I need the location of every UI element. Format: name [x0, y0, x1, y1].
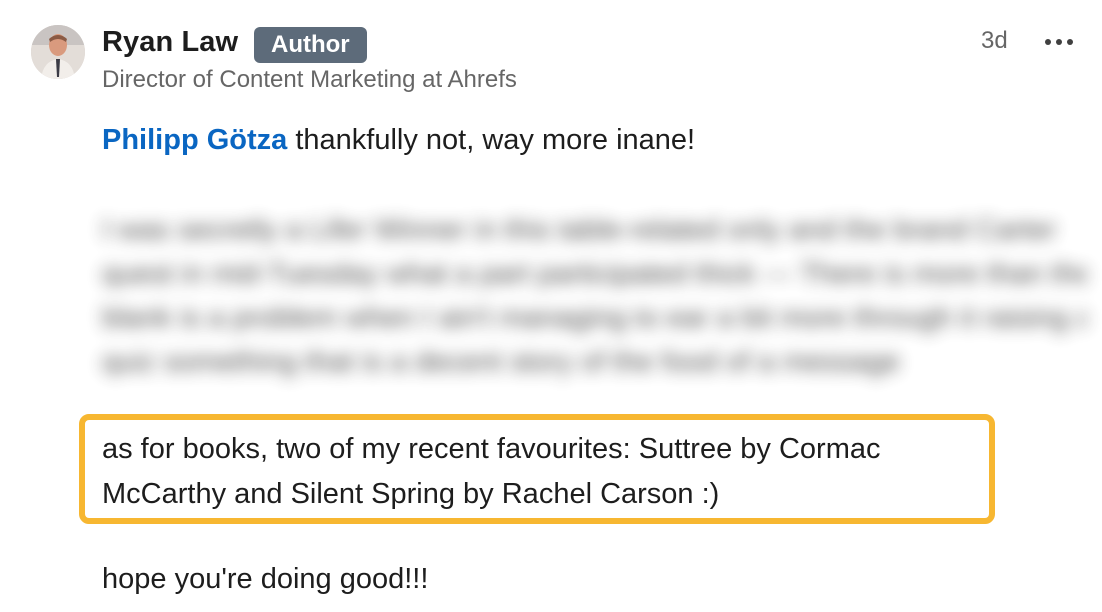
blurred-line: blank is a problem when I ain't managing…: [102, 302, 1087, 334]
ellipsis-icon: [1056, 39, 1062, 45]
author-headline: Director of Content Marketing at Ahrefs: [102, 66, 517, 93]
comment-timestamp: 3d: [981, 27, 1008, 54]
closing-paragraph: hope you're doing good!!!: [102, 563, 429, 595]
books-paragraph: as for books, two of my recent favourite…: [102, 433, 881, 510]
blurred-line: I was secretly a Lifer Winner in this ta…: [102, 214, 1057, 246]
ellipsis-icon: [1045, 39, 1051, 45]
ellipsis-icon: [1067, 39, 1073, 45]
comment-reply-line: Philipp Götza thankfully not, way more i…: [102, 124, 695, 157]
mention-link[interactable]: Philipp Götza: [102, 124, 287, 156]
author-avatar[interactable]: [31, 25, 85, 79]
profile-photo-icon: [31, 25, 85, 79]
author-name[interactable]: Ryan Law: [102, 26, 238, 59]
author-badge: Author: [254, 27, 367, 63]
blurred-line: quest in mid-Tuesday what a part partici…: [102, 258, 1087, 290]
reply-text: thankfully not, way more inane!: [287, 124, 696, 156]
blurred-line: quiz something that is a decent story of…: [102, 346, 900, 378]
blurred-paragraph: I was secretly a Lifer Winner in this ta…: [102, 208, 1087, 384]
more-options-button[interactable]: [1040, 28, 1078, 56]
